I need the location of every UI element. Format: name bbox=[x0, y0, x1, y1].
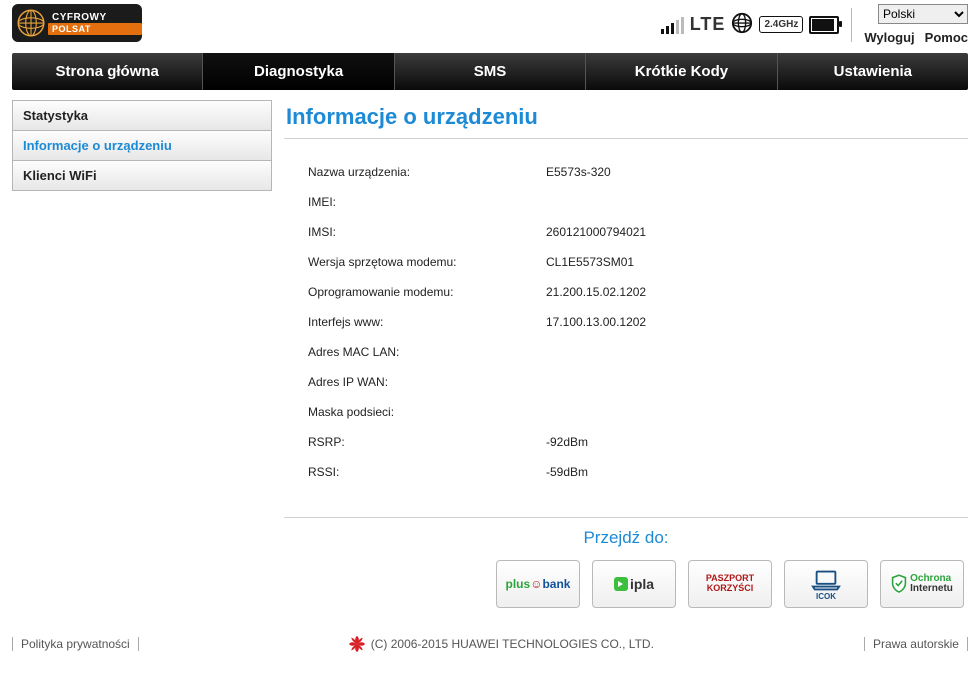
info-key: Maska podsieci: bbox=[304, 397, 542, 427]
device-info-table: Nazwa urządzenia:E5573s-320IMEI:IMSI:260… bbox=[304, 157, 980, 487]
signal-icon bbox=[661, 16, 684, 34]
info-key: Wersja sprzętowa modemu: bbox=[304, 247, 542, 277]
info-key: Adres IP WAN: bbox=[304, 367, 542, 397]
table-row: Adres MAC LAN: bbox=[304, 337, 980, 367]
info-value: -59dBm bbox=[542, 457, 980, 487]
info-key: IMSI: bbox=[304, 217, 542, 247]
footer-copyright: (C) 2006-2015 HUAWEI TECHNOLOGIES CO., L… bbox=[349, 636, 654, 652]
top-divider bbox=[851, 8, 852, 42]
internet-icon bbox=[731, 12, 753, 37]
plusbank-logo: plus☺bank bbox=[506, 577, 571, 591]
table-row: RSSI:-59dBm bbox=[304, 457, 980, 487]
footer-legal-link[interactable]: Prawa autorskie bbox=[864, 637, 968, 651]
table-row: Maska podsieci: bbox=[304, 397, 980, 427]
page-title: Informacje o urządzeniu bbox=[284, 100, 968, 139]
sidebar-item-device-info[interactable]: Informacje o urządzeniu bbox=[12, 130, 272, 161]
ochrona-logo: OchronaInternetu bbox=[891, 574, 953, 594]
info-value bbox=[542, 397, 980, 427]
table-row: Interfejs www:17.100.13.00.1202 bbox=[304, 307, 980, 337]
goto-icok-button[interactable]: ICOK bbox=[784, 560, 868, 608]
goto-plusbank-button[interactable]: plus☺bank bbox=[496, 560, 580, 608]
goto-ochrona-button[interactable]: OchronaInternetu bbox=[880, 560, 964, 608]
goto-section: Przejdź do: plus☺bank ipla PASZPORTKORZY… bbox=[284, 517, 968, 608]
nav-diagnostics[interactable]: Diagnostyka bbox=[203, 53, 394, 90]
info-key: Nazwa urządzenia: bbox=[304, 157, 542, 187]
info-value: 17.100.13.00.1202 bbox=[542, 307, 980, 337]
info-key: IMEI: bbox=[304, 187, 542, 217]
status-icons: LTE 2.4GHz bbox=[661, 12, 840, 37]
table-row: IMSI:260121000794021 bbox=[304, 217, 980, 247]
wifi-band-icon: 2.4GHz bbox=[759, 16, 803, 33]
info-value bbox=[542, 337, 980, 367]
goto-title: Przejdź do: bbox=[284, 528, 968, 548]
huawei-logo-icon bbox=[349, 636, 365, 652]
brand-line1: CYFROWY bbox=[48, 12, 142, 23]
language-select[interactable]: Polski bbox=[878, 4, 968, 24]
main-nav: Strona główna Diagnostyka SMS Krótkie Ko… bbox=[12, 53, 968, 90]
nav-sms[interactable]: SMS bbox=[395, 53, 586, 90]
top-bar: CYFROWY POLSAT LTE 2.4GHz Polsk bbox=[0, 0, 980, 53]
table-row: Adres IP WAN: bbox=[304, 367, 980, 397]
nav-short-codes[interactable]: Krótkie Kody bbox=[586, 53, 777, 90]
info-value: 21.200.15.02.1202 bbox=[542, 277, 980, 307]
table-row: IMEI: bbox=[304, 187, 980, 217]
info-key: Adres MAC LAN: bbox=[304, 337, 542, 367]
sidebar-item-stats[interactable]: Statystyka bbox=[12, 100, 272, 131]
paszport-label: PASZPORTKORZYŚCI bbox=[706, 574, 754, 594]
info-key: RSSI: bbox=[304, 457, 542, 487]
info-value: -92dBm bbox=[542, 427, 980, 457]
brand-logo[interactable]: CYFROWY POLSAT bbox=[12, 4, 142, 42]
goto-ipla-button[interactable]: ipla bbox=[592, 560, 676, 608]
nav-settings[interactable]: Ustawienia bbox=[778, 53, 968, 90]
info-key: RSRP: bbox=[304, 427, 542, 457]
brand-line2: POLSAT bbox=[48, 23, 142, 35]
brand-globe-icon bbox=[14, 5, 48, 41]
sidebar-item-wifi-clients[interactable]: Klienci WiFi bbox=[12, 160, 272, 191]
brand-text: CYFROWY POLSAT bbox=[48, 4, 142, 42]
info-value bbox=[542, 367, 980, 397]
info-value: E5573s-320 bbox=[542, 157, 980, 187]
info-value: 260121000794021 bbox=[542, 217, 980, 247]
table-row: Nazwa urządzenia:E5573s-320 bbox=[304, 157, 980, 187]
table-row: Wersja sprzętowa modemu:CL1E5573SM01 bbox=[304, 247, 980, 277]
logout-link[interactable]: Wyloguj bbox=[864, 30, 914, 45]
header-links: Wyloguj Pomoc bbox=[864, 30, 968, 45]
laptop-icon bbox=[811, 568, 841, 592]
table-row: Oprogramowanie modemu:21.200.15.02.1202 bbox=[304, 277, 980, 307]
ipla-logo: ipla bbox=[614, 576, 654, 592]
footer: Polityka prywatności (C) 2006-2015 HUAWE… bbox=[0, 628, 980, 664]
main-content: Informacje o urządzeniu Nazwa urządzenia… bbox=[284, 100, 968, 608]
info-key: Oprogramowanie modemu: bbox=[304, 277, 542, 307]
icok-label: ICOK bbox=[816, 592, 836, 601]
network-label: LTE bbox=[690, 14, 726, 35]
goto-paszport-button[interactable]: PASZPORTKORZYŚCI bbox=[688, 560, 772, 608]
sidebar: Statystyka Informacje o urządzeniu Klien… bbox=[12, 100, 272, 190]
info-value bbox=[542, 187, 980, 217]
info-value: CL1E5573SM01 bbox=[542, 247, 980, 277]
nav-home[interactable]: Strona główna bbox=[12, 53, 203, 90]
table-row: RSRP:-92dBm bbox=[304, 427, 980, 457]
goto-buttons-row: plus☺bank ipla PASZPORTKORZYŚCI ICOK bbox=[284, 560, 968, 608]
footer-privacy-link[interactable]: Polityka prywatności bbox=[12, 637, 139, 651]
battery-icon bbox=[809, 16, 839, 34]
help-link[interactable]: Pomoc bbox=[925, 30, 968, 45]
info-key: Interfejs www: bbox=[304, 307, 542, 337]
